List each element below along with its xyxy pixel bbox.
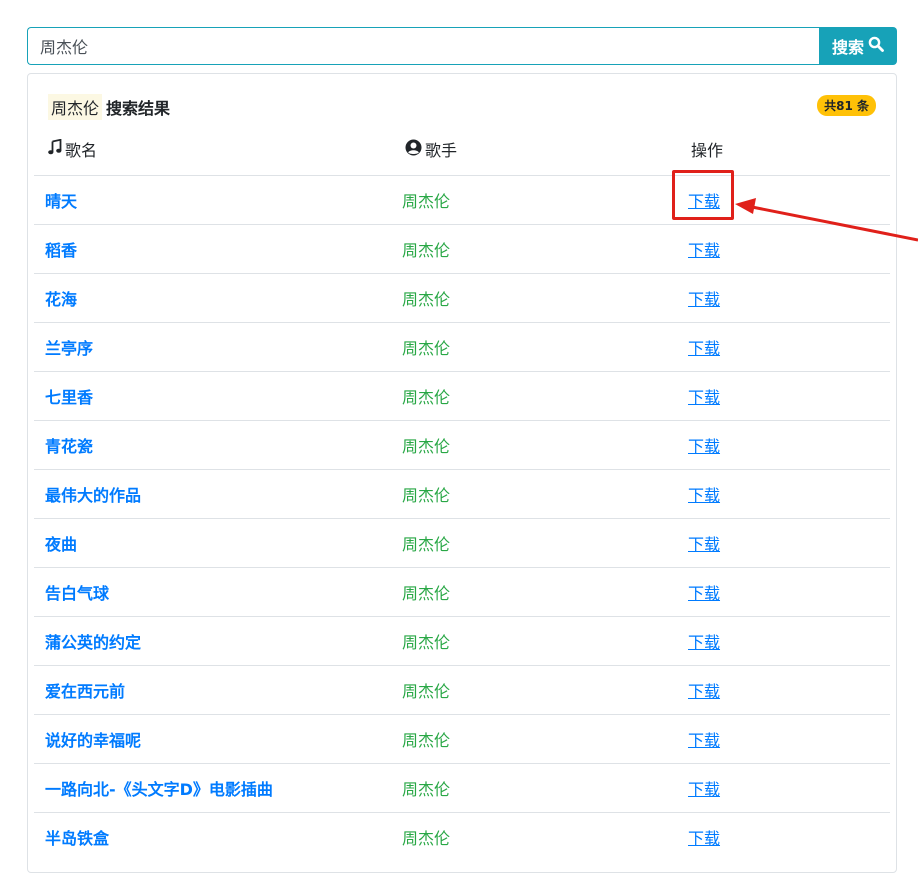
column-label-action: 操作 [691, 141, 724, 160]
column-label-artist: 歌手 [425, 141, 458, 160]
song-link[interactable]: 一路向北-《头文字D》电影插曲 [45, 764, 273, 812]
table-row: 七里香 周杰伦 下载 [34, 371, 890, 420]
artist-name[interactable]: 周杰伦 [402, 323, 450, 371]
table-row: 晴天 周杰伦 下载 [34, 175, 890, 224]
artist-name[interactable]: 周杰伦 [402, 813, 450, 861]
artist-name[interactable]: 周杰伦 [402, 274, 450, 322]
table-row: 花海 周杰伦 下载 [34, 273, 890, 322]
table-row: 告白气球 周杰伦 下载 [34, 567, 890, 616]
column-header-song: 歌名 [48, 138, 97, 160]
results-table: 晴天 周杰伦 下载 稻香 周杰伦 下载 花海 周杰伦 下载 兰亭序 周杰伦 下载… [34, 175, 890, 861]
user-circle-icon [405, 139, 422, 160]
artist-name[interactable]: 周杰伦 [402, 666, 450, 714]
table-row: 兰亭序 周杰伦 下载 [34, 322, 890, 371]
song-link[interactable]: 七里香 [45, 372, 93, 420]
artist-name[interactable]: 周杰伦 [402, 372, 450, 420]
song-link[interactable]: 稻香 [45, 225, 77, 273]
download-link[interactable]: 下载 [688, 421, 720, 469]
column-header-action: 操作 [691, 138, 723, 160]
song-link[interactable]: 兰亭序 [45, 323, 93, 371]
artist-name[interactable]: 周杰伦 [402, 715, 450, 763]
artist-name[interactable]: 周杰伦 [402, 470, 450, 518]
download-link[interactable]: 下载 [688, 225, 720, 273]
song-link[interactable]: 说好的幸福呢 [45, 715, 141, 763]
download-link[interactable]: 下载 [688, 568, 720, 616]
results-title: 搜索结果 [106, 99, 171, 118]
table-row: 最伟大的作品 周杰伦 下载 [34, 469, 890, 518]
song-link[interactable]: 半岛铁盒 [45, 813, 109, 861]
download-link[interactable]: 下载 [688, 274, 720, 322]
song-link[interactable]: 最伟大的作品 [45, 470, 141, 518]
results-header: 周杰伦 搜索结果 [48, 94, 170, 120]
artist-name[interactable]: 周杰伦 [402, 519, 450, 567]
artist-name[interactable]: 周杰伦 [402, 568, 450, 616]
result-count-badge: 共81 条 [817, 95, 876, 116]
artist-name[interactable]: 周杰伦 [402, 176, 450, 224]
song-link[interactable]: 青花瓷 [45, 421, 93, 469]
table-row: 蒲公英的约定 周杰伦 下载 [34, 616, 890, 665]
download-link[interactable]: 下载 [688, 372, 720, 420]
artist-name[interactable]: 周杰伦 [402, 421, 450, 469]
download-link[interactable]: 下载 [688, 813, 720, 861]
search-input[interactable] [27, 27, 819, 65]
table-row: 爱在西元前 周杰伦 下载 [34, 665, 890, 714]
song-link[interactable]: 告白气球 [45, 568, 109, 616]
song-link[interactable]: 夜曲 [45, 519, 77, 567]
song-link[interactable]: 晴天 [45, 176, 77, 224]
song-link[interactable]: 爱在西元前 [45, 666, 125, 714]
song-link[interactable]: 蒲公英的约定 [45, 617, 141, 665]
search-button-label: 搜索 [831, 38, 864, 57]
download-link[interactable]: 下载 [688, 470, 720, 518]
artist-name[interactable]: 周杰伦 [402, 617, 450, 665]
table-row: 半岛铁盒 周杰伦 下载 [34, 812, 890, 861]
results-card: 周杰伦 搜索结果 共81 条 歌名 歌手 操作 晴天 周杰伦 下载 稻香 周杰伦… [27, 73, 897, 873]
download-link[interactable]: 下载 [688, 617, 720, 665]
download-link[interactable]: 下载 [688, 323, 720, 371]
table-row: 稻香 周杰伦 下载 [34, 224, 890, 273]
download-link[interactable]: 下载 [688, 715, 720, 763]
artist-name[interactable]: 周杰伦 [402, 225, 450, 273]
table-row: 说好的幸福呢 周杰伦 下载 [34, 714, 890, 763]
column-label-song: 歌名 [65, 141, 98, 160]
artist-name[interactable]: 周杰伦 [402, 764, 450, 812]
search-icon [868, 36, 884, 56]
download-link[interactable]: 下载 [688, 764, 720, 812]
music-note-icon [48, 138, 62, 159]
table-row: 夜曲 周杰伦 下载 [34, 518, 890, 567]
search-keyword: 周杰伦 [48, 94, 103, 120]
table-row: 青花瓷 周杰伦 下载 [34, 420, 890, 469]
song-link[interactable]: 花海 [45, 274, 77, 322]
download-link[interactable]: 下载 [688, 666, 720, 714]
search-bar: 搜索 [27, 27, 897, 65]
column-header-artist: 歌手 [405, 138, 457, 160]
download-link[interactable]: 下载 [688, 519, 720, 567]
table-row: 一路向北-《头文字D》电影插曲 周杰伦 下载 [34, 763, 890, 812]
search-button[interactable]: 搜索 [819, 27, 897, 65]
download-link[interactable]: 下载 [688, 176, 720, 224]
